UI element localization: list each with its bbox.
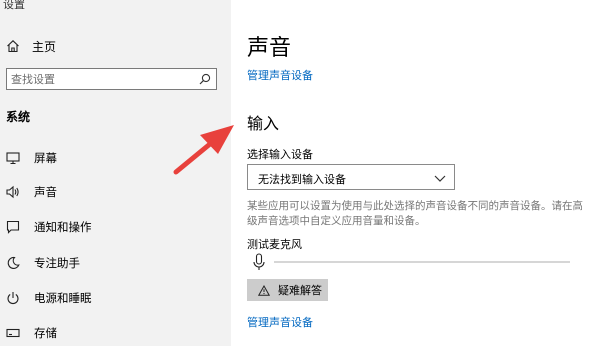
sidebar-item-focus-assist[interactable]: 专注助手: [6, 252, 226, 274]
page-title: 声音: [247, 36, 292, 61]
mic-test-label: 测试麦克风: [247, 238, 302, 251]
sidebar-item-label: 专注助手: [34, 256, 80, 270]
sidebar-item-label: 存储: [34, 326, 57, 340]
input-description: 某些应用可以设置为使用与此处选择的声音设备不同的声音设备。请在高级声音选项中自定…: [247, 200, 583, 227]
sidebar-item-power-sleep[interactable]: 电源和睡眠: [6, 287, 226, 309]
manage-sound-devices-link-bottom[interactable]: 管理声音设备: [247, 314, 313, 330]
chevron-down-icon: [434, 175, 446, 182]
sidebar-item-label: 屏幕: [34, 151, 57, 165]
search-icon[interactable]: [199, 73, 211, 85]
input-device-value: 无法找到输入设备: [258, 173, 346, 186]
input-section-title: 输入: [247, 114, 280, 133]
manage-sound-devices-link[interactable]: 管理声音设备: [247, 67, 313, 83]
power-icon: [7, 292, 19, 305]
sidebar-home-label: 主页: [32, 39, 57, 54]
search-input[interactable]: [11, 71, 191, 87]
search-box[interactable]: [6, 68, 217, 90]
moon-icon: [7, 256, 20, 269]
sidebar-item-label: 通知和操作: [34, 220, 92, 234]
troubleshoot-label: 疑难解答: [278, 284, 322, 297]
microphone-icon: [253, 253, 265, 270]
warning-icon: [258, 284, 270, 296]
sidebar-item-display[interactable]: 屏幕: [6, 147, 226, 169]
section-label-system: 系统: [6, 110, 31, 124]
troubleshoot-button[interactable]: 疑难解答: [247, 279, 328, 301]
speaker-icon: [6, 185, 19, 199]
window-title: 设置: [3, 0, 25, 11]
sidebar-item-label: 电源和睡眠: [34, 291, 92, 305]
mic-level-meter: [274, 261, 570, 263]
sidebar: 设置 主页 系统 屏幕 声音 通知: [0, 0, 231, 346]
input-device-dropdown[interactable]: 无法找到输入设备: [247, 164, 455, 190]
sidebar-item-notifications[interactable]: 通知和操作: [6, 216, 226, 238]
sidebar-item-label: 声音: [34, 185, 57, 199]
monitor-icon: [6, 152, 20, 165]
main-content: 声音 管理声音设备 输入 选择输入设备 无法找到输入设备 某些应用可以设置为使用…: [231, 0, 600, 346]
sidebar-home[interactable]: 主页: [6, 36, 56, 56]
sidebar-item-storage[interactable]: 存储: [6, 322, 226, 344]
input-device-label: 选择输入设备: [247, 148, 313, 161]
storage-icon: [6, 328, 20, 338]
sidebar-item-sound[interactable]: 声音: [6, 181, 226, 203]
notification-icon: [6, 220, 20, 234]
home-icon: [7, 40, 19, 53]
